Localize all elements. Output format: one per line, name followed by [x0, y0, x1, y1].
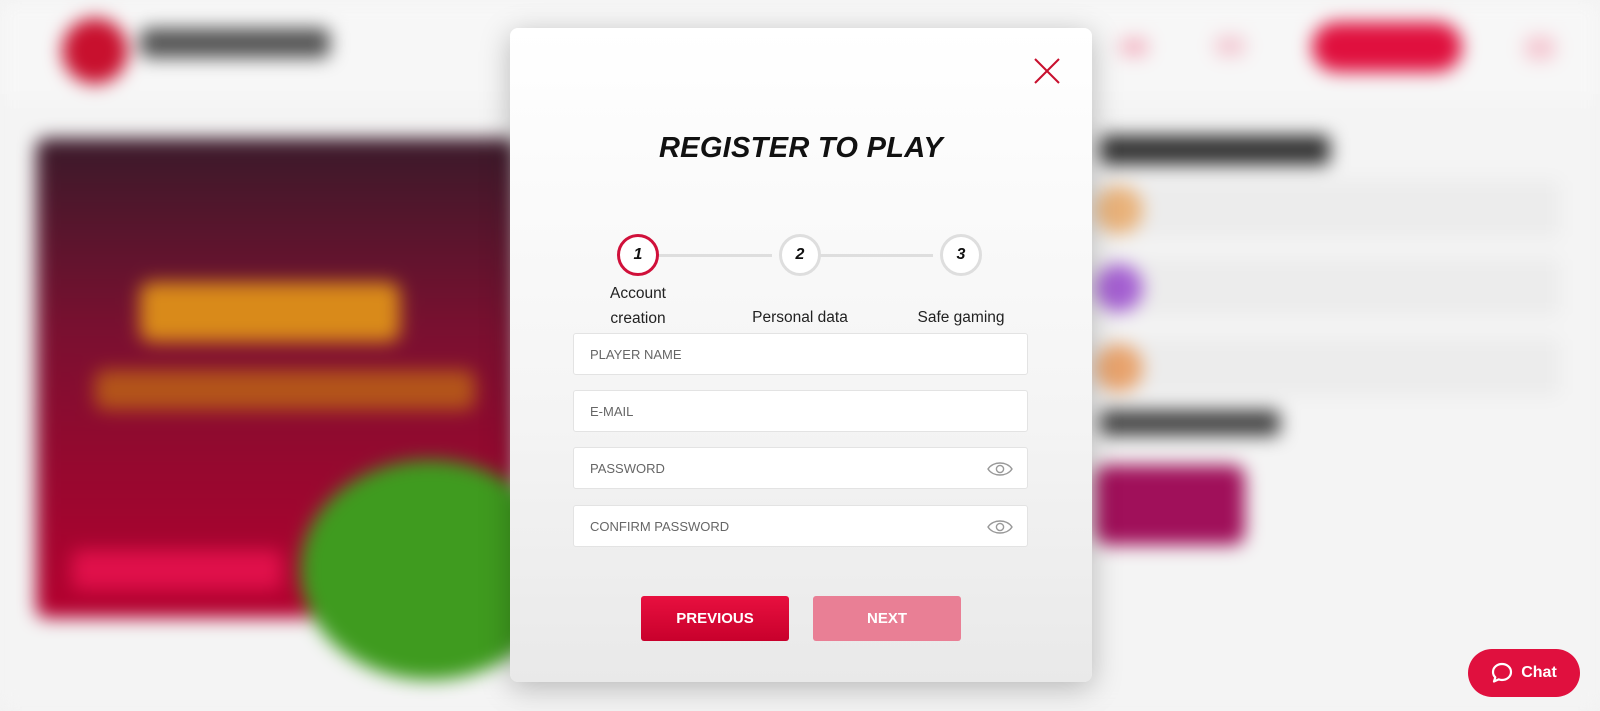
step-2-number: 2 [795, 246, 805, 263]
step-1-circle: 1 [617, 234, 659, 276]
confirm-password-input[interactable] [574, 506, 1027, 546]
close-icon [1034, 58, 1060, 84]
step-2-circle: 2 [779, 234, 821, 276]
background-side-row [1090, 338, 1560, 396]
background-hero-subtitle [95, 370, 475, 410]
previous-button[interactable]: PREVIOUS [641, 596, 789, 641]
background-side-avatar [1095, 186, 1143, 234]
player-name-field[interactable] [573, 333, 1028, 375]
step-2-label: Personal data [752, 309, 848, 326]
email-input[interactable] [574, 391, 1027, 431]
chat-button[interactable]: Chat [1468, 649, 1580, 697]
background-hero-title [140, 282, 400, 342]
step-connector [647, 254, 772, 257]
step-1-label-line1: Account [609, 285, 666, 302]
background-side-avatar [1095, 344, 1143, 392]
eye-icon[interactable] [987, 517, 1013, 537]
background-side-row [1090, 180, 1560, 238]
chat-bubble-icon [1492, 662, 1513, 683]
next-button[interactable]: NEXT [813, 596, 961, 641]
background-side-card [1095, 465, 1245, 545]
password-field[interactable] [573, 447, 1028, 489]
step-connector [808, 254, 933, 257]
background-nav-item [1215, 36, 1245, 56]
registration-steps: 1 2 3 Account creation Personal data Saf… [510, 206, 1092, 327]
step-1-label: Account creation [568, 282, 708, 331]
background-side-title [1100, 135, 1330, 165]
close-button[interactable] [1032, 56, 1062, 86]
background-nav-item [1120, 38, 1148, 56]
background-logo-text [140, 28, 330, 58]
step-1-label-line2: creation [610, 309, 666, 327]
background-logo [62, 18, 128, 84]
background-side-row [1090, 258, 1560, 316]
background-nav-button [1312, 22, 1462, 72]
confirm-password-field[interactable] [573, 505, 1028, 547]
background-hero-button [72, 550, 282, 590]
email-field[interactable] [573, 390, 1028, 432]
background-nav-item [1525, 36, 1555, 60]
player-name-input[interactable] [574, 334, 1027, 374]
step-3-label: Safe gaming [917, 309, 1005, 326]
step-3-number: 3 [956, 246, 966, 263]
chat-label: Chat [1521, 664, 1557, 681]
background-side-avatar [1095, 264, 1143, 312]
register-modal: REGISTER TO PLAY 1 2 3 Account creation … [510, 28, 1092, 682]
password-input[interactable] [574, 448, 1027, 488]
step-3-circle: 3 [940, 234, 982, 276]
modal-title: REGISTER TO PLAY [658, 132, 944, 164]
step-1-number: 1 [633, 246, 643, 263]
eye-icon[interactable] [987, 459, 1013, 479]
background-side-subtitle [1100, 410, 1280, 436]
